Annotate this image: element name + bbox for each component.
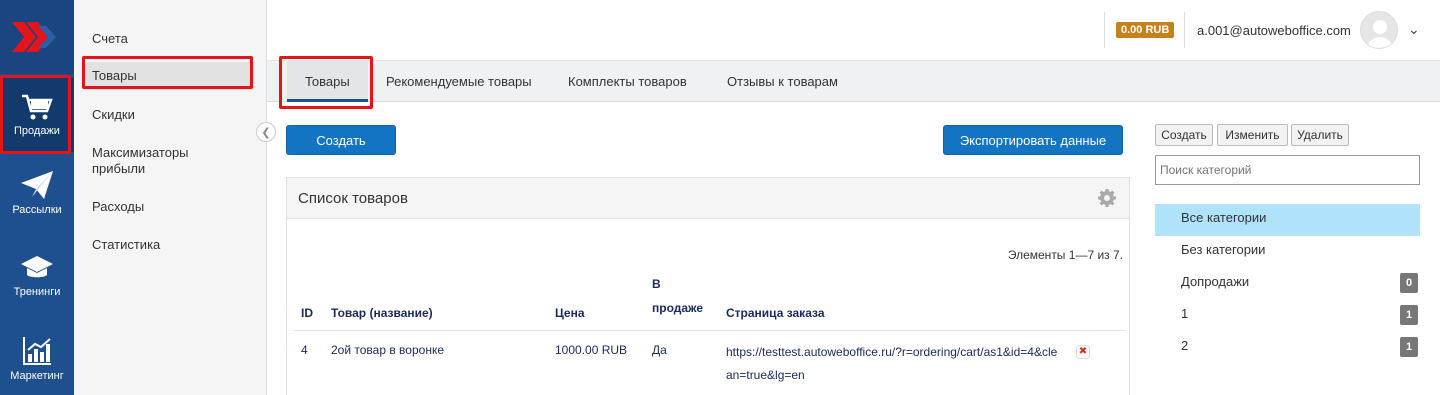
paper-plane-icon (21, 171, 53, 199)
category-create-button[interactable]: Создать (1155, 124, 1213, 146)
tab-recommended-products[interactable]: Рекомендуемые товары (368, 61, 550, 102)
column-header-order-page[interactable]: Страница заказа (718, 272, 1068, 331)
category-label: 2 (1181, 338, 1189, 353)
chevron-left-icon: ❮ (261, 126, 271, 139)
nav-trainings[interactable]: Тренинги (0, 254, 74, 298)
nav-mailings-label: Рассылки (12, 204, 62, 216)
nav-marketing[interactable]: Маркетинг (0, 336, 74, 382)
logo[interactable] (0, 0, 74, 74)
category-count-badge: 1 (1400, 337, 1418, 357)
table-row: 4 2ой товар в воронке 1000.00 RUB Да htt… (293, 330, 1125, 395)
user-email[interactable]: a.001@autoweboffice.com (1197, 23, 1351, 38)
gear-icon[interactable] (1097, 188, 1117, 208)
main-nav-rail: Продажи Рассылки Тренинги Маркетинг (0, 0, 74, 395)
column-header-price[interactable]: Цена (547, 272, 644, 331)
bar-chart-icon (23, 337, 51, 365)
category-label: 1 (1181, 306, 1189, 321)
cell-product-name[interactable]: 2ой товар в воронке (323, 330, 547, 395)
nav-trainings-label: Тренинги (13, 286, 61, 298)
category-item-2[interactable]: 2 1 (1155, 332, 1420, 364)
items-count: Элементы 1—7 из 7. (1007, 248, 1123, 262)
product-list-panel: Список товаров Элементы 1—7 из 7. ID Тов… (286, 177, 1130, 395)
create-product-button[interactable]: Создать (286, 125, 396, 155)
column-header-actions (1068, 272, 1125, 331)
cell-actions: ✖ (1068, 330, 1125, 395)
column-header-id[interactable]: ID (293, 272, 323, 331)
chevron-down-icon[interactable]: ⌄ (1408, 21, 1420, 38)
submenu-item-expenses[interactable]: Расходы (92, 199, 260, 215)
avatar[interactable] (1360, 11, 1398, 49)
cell-on-sale: Да (644, 330, 718, 395)
submenu: Счета Товары Скидки Максимизаторы прибыл… (74, 0, 267, 395)
category-item-upsells[interactable]: Допродажи 0 (1155, 268, 1420, 300)
category-item-all[interactable]: Все категории (1155, 204, 1420, 236)
nav-marketing-label: Маркетинг (10, 370, 64, 382)
submenu-item-statistics[interactable]: Статистика (92, 237, 260, 253)
column-header-name[interactable]: Товар (название) (323, 272, 547, 331)
graduation-cap-icon (21, 256, 53, 278)
submenu-item-profit-maximizers[interactable]: Максимизаторы прибыли (92, 145, 212, 177)
balance-badge[interactable]: 0.00 RUB (1116, 22, 1175, 38)
top-header: 0.00 RUB a.001@autoweboffice.com ⌄ (267, 0, 1440, 61)
cart-icon (22, 94, 53, 120)
category-count-badge: 1 (1400, 305, 1418, 325)
delete-icon[interactable]: ✖ (1076, 345, 1090, 359)
submenu-item-invoices[interactable]: Счета (92, 31, 260, 47)
cell-price: 1000.00 RUB (547, 330, 644, 395)
header-divider (1104, 12, 1105, 48)
table-header-row: ID Товар (название) Цена В продаже Стран… (293, 272, 1125, 331)
tab-product-bundles[interactable]: Комплекты товаров (550, 61, 705, 102)
tabs-bar: Товары Рекомендуемые товары Комплекты то… (267, 61, 1440, 102)
panel-title: Список товаров (298, 190, 408, 207)
category-search-input[interactable] (1155, 155, 1420, 185)
products-table: ID Товар (название) Цена В продаже Стран… (293, 272, 1125, 395)
category-count-badge: 0 (1400, 273, 1418, 293)
category-label: Допродажи (1181, 274, 1250, 289)
column-header-on-sale[interactable]: В продаже (644, 272, 718, 331)
nav-sales-label: Продажи (14, 125, 60, 137)
category-label: Все категории (1181, 210, 1267, 225)
export-data-button[interactable]: Экспортировать данные (943, 125, 1123, 155)
nav-sales[interactable]: Продажи (0, 78, 74, 152)
user-placeholder-icon (1366, 20, 1394, 48)
submenu-item-products[interactable]: Товары (84, 62, 254, 90)
header-divider (1184, 12, 1185, 48)
category-edit-button[interactable]: Изменить (1217, 124, 1288, 146)
panel-header: Список товаров (287, 178, 1129, 219)
logo-chevrons-icon (12, 22, 56, 52)
category-item-uncategorized[interactable]: Без категории (1155, 236, 1420, 268)
category-delete-button[interactable]: Удалить (1291, 124, 1349, 146)
category-item-1[interactable]: 1 1 (1155, 300, 1420, 332)
tab-product-reviews[interactable]: Отзывы к товарам (709, 61, 856, 102)
nav-mailings[interactable]: Рассылки (0, 170, 74, 216)
cell-order-page-link[interactable]: https://testtest.autoweboffice.ru/?r=ord… (718, 330, 1068, 395)
category-label: Без категории (1181, 242, 1266, 257)
tab-products[interactable]: Товары (287, 61, 368, 102)
cell-id: 4 (293, 330, 323, 395)
collapse-sidebar-button[interactable]: ❮ (256, 122, 276, 142)
submenu-item-discounts[interactable]: Скидки (92, 107, 260, 123)
